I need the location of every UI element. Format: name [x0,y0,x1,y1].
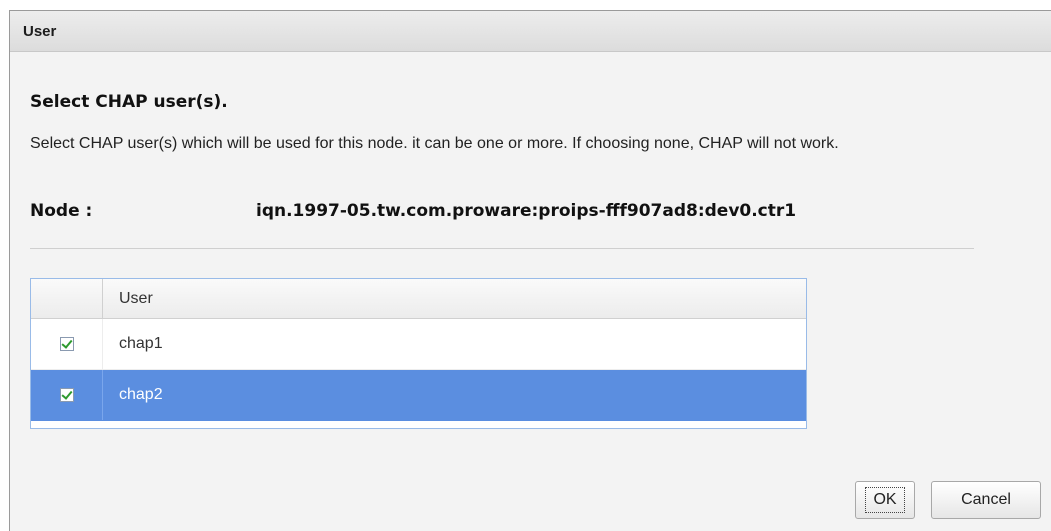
row-user: chap1 [119,335,163,352]
row-checkbox[interactable] [59,337,74,351]
chap-user-dialog: User Select CHAP user(s). Select CHAP us… [9,10,1051,531]
user-grid: User chap1 chap2 [30,278,807,429]
ok-button-label: OK [865,487,905,513]
dialog-titlebar[interactable]: User [10,11,1051,52]
dialog-title: User [23,23,57,40]
cancel-button[interactable]: Cancel [931,481,1041,519]
row-check-cell [31,319,103,369]
header-check-column [31,279,103,318]
table-row[interactable]: chap2 [31,370,806,421]
section-description: Select CHAP user(s) which will be used f… [30,135,839,152]
stage: User Select CHAP user(s). Select CHAP us… [0,0,1051,531]
row-check-cell [31,370,103,420]
table-row[interactable]: chap1 [31,319,806,370]
node-value: iqn.1997-05.tw.com.proware:proips-fff907… [256,201,797,221]
check-icon [60,388,73,400]
header-user-column[interactable]: User [103,279,806,318]
section-heading: Select CHAP user(s). [30,92,228,112]
node-label: Node : [30,201,93,221]
divider [30,248,974,249]
check-icon [60,337,73,349]
row-user: chap2 [119,386,163,403]
grid-header: User [31,279,806,319]
row-checkbox[interactable] [59,388,74,402]
ok-button[interactable]: OK [855,481,915,519]
